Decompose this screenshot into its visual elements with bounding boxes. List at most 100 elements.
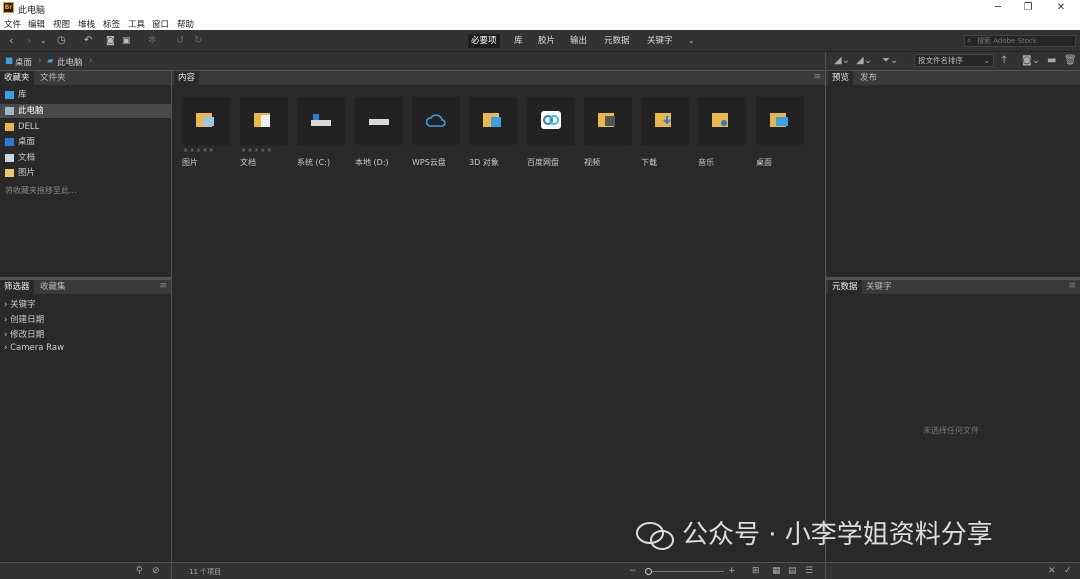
tab-metadata[interactable]: 元数据 [828,280,862,294]
favorite-item-this-pc[interactable]: 此电脑 [0,104,171,118]
rotate-left-icon[interactable]: ↺ [176,34,184,48]
videos-folder-icon [598,113,615,127]
folder-icon [5,123,14,131]
rotate-right-icon[interactable]: ↻ [194,34,202,48]
search-input[interactable]: ⌕ 搜索 Adobe Stock [964,35,1076,47]
workspace-filmstrip[interactable]: 胶片 [535,34,558,48]
rating-stars[interactable]: ★★★★★ [183,147,215,154]
breadcrumb: ■ 桌面 › ▰ 此电脑 › [0,52,825,70]
thumbnail-pictures[interactable] [182,97,230,145]
filter-date-modified[interactable]: › 修改日期 [4,328,44,340]
tab-favorites[interactable]: 收藏夹 [0,71,34,85]
filter-keywords[interactable]: › 关键字 [4,298,36,310]
list-view-icon[interactable]: ☰ [805,566,813,576]
sort-dropdown[interactable]: 按文件名排序 ⌄ [914,54,994,67]
thumbnail-baidu[interactable] [527,97,575,145]
computer-icon [5,107,14,115]
menu-file[interactable]: 文件 [4,18,21,30]
favorite-item-dell[interactable]: DELL [0,120,171,134]
apply-icon[interactable]: ✓ [1064,566,1072,576]
panel-menu-icon[interactable]: ≡ [1068,281,1076,291]
thumbnail-label: 文档 [240,158,256,167]
import-icon[interactable]: ▣ [122,34,131,48]
menu-stack[interactable]: 堆栈 [78,18,95,30]
back-icon[interactable]: ‹ [9,34,13,48]
favorite-item-library[interactable]: 库 [0,88,171,102]
menu-help[interactable]: 帮助 [177,18,194,30]
clear-filter-icon[interactable]: ⊘ [152,566,160,576]
thumbnail-documents[interactable] [240,97,288,145]
thumbnail-label: 系统 (C:) [297,158,331,167]
computer-icon: ▰ [47,56,54,66]
slider-handle[interactable] [645,568,652,575]
thumbnail-videos[interactable] [584,97,632,145]
thumbnail-downloads[interactable] [641,97,689,145]
recent-icon[interactable]: ◷ [57,34,66,48]
thumbnail-music[interactable] [698,97,746,145]
rating-stars[interactable]: ★★★★★ [241,147,273,154]
menu-window[interactable]: 窗口 [152,18,169,30]
breadcrumb-this-pc[interactable]: 此电脑 [57,56,83,68]
wechat-logo-icon [636,521,674,551]
tab-content[interactable]: 内容 [174,71,200,85]
refine-icon[interactable]: ✻ [148,34,156,48]
trash-icon[interactable]: 🗑 [1064,55,1077,66]
tab-preview[interactable]: 预览 [828,71,854,85]
favorite-item-documents[interactable]: 文档 [0,151,171,165]
grid-view-icon[interactable]: ⊞ [752,566,760,576]
tab-filter[interactable]: 筛选器 [0,280,34,294]
quality-icon[interactable]: ◢⌄ [834,55,850,66]
pictures-icon [5,169,14,177]
thumbnail-drive-c[interactable] [297,97,345,145]
thumbnail-wps-cloud[interactable] [412,97,460,145]
menu-edit[interactable]: 编辑 [28,18,45,30]
favorite-item-desktop[interactable]: 桌面 [0,135,171,149]
tab-publish[interactable]: 发布 [856,71,881,85]
new-folder-icon[interactable]: ▬ [1047,55,1056,66]
panel-menu-icon[interactable]: ≡ [159,281,167,291]
camera-icon[interactable]: ◙ [106,34,115,48]
filter-icon[interactable]: ⏷⌄ [882,55,898,66]
thumbnail-drive-d[interactable] [355,97,403,145]
menu-tools[interactable]: 工具 [128,18,145,30]
tab-keywords[interactable]: 关键字 [862,280,896,294]
close-icon[interactable]: ✕ [1046,1,1076,15]
sort-ascending-icon[interactable]: ↑ [1000,55,1008,66]
tab-folders[interactable]: 文件夹 [36,71,70,85]
workspace-keywords[interactable]: 关键字 [644,34,676,48]
rating-filter-icon[interactable]: ◢⌄ [856,55,872,66]
menu-view[interactable]: 视图 [53,18,70,30]
filter-date-created[interactable]: › 创建日期 [4,313,44,325]
workspace-metadata[interactable]: 元数据 [601,34,633,48]
workspace-more-icon[interactable]: ⌄ [688,34,695,48]
favorite-item-pictures[interactable]: 图片 [0,166,171,180]
zoom-out-icon[interactable]: − [629,566,637,576]
thumbnail-desktop[interactable] [756,97,804,145]
pin-icon[interactable]: ⚲ [136,566,143,576]
thumbnail-3d-objects[interactable] [469,97,517,145]
forward-icon[interactable]: › [27,34,31,48]
zoom-in-icon[interactable]: + [728,566,736,576]
minimize-icon[interactable]: ─ [983,1,1013,15]
search-icon: ⌕ [967,36,972,45]
return-icon[interactable]: ↶ [84,34,92,48]
breadcrumb-separator-icon: › [89,56,93,66]
breadcrumb-desktop[interactable]: 桌面 [15,56,32,68]
workspace-library[interactable]: 库 [511,34,526,48]
filter-camera-raw[interactable]: › Camera Raw [4,343,64,353]
thumbnail-view-icon[interactable]: ▦ [772,566,781,576]
workspace-essentials[interactable]: 必要项 [468,34,500,48]
window-title: 此电脑 [18,6,46,16]
workspace-output[interactable]: 输出 [567,34,590,48]
detail-view-icon[interactable]: ▤ [788,566,797,576]
thumbnail-size-slider[interactable] [646,571,724,572]
menu-label[interactable]: 标签 [103,18,120,30]
restore-icon[interactable]: ❐ [1013,1,1043,15]
cancel-icon[interactable]: ✕ [1048,566,1056,576]
open-recent-icon[interactable]: ◙⌄ [1022,55,1040,66]
thumbnail-label: 本地 (D:) [355,158,389,167]
tab-collections[interactable]: 收藏集 [36,280,70,294]
panel-menu-icon[interactable]: ≡ [813,72,821,82]
desktop-icon [5,138,14,146]
chevron-down-icon[interactable]: ⌄ [40,34,47,48]
